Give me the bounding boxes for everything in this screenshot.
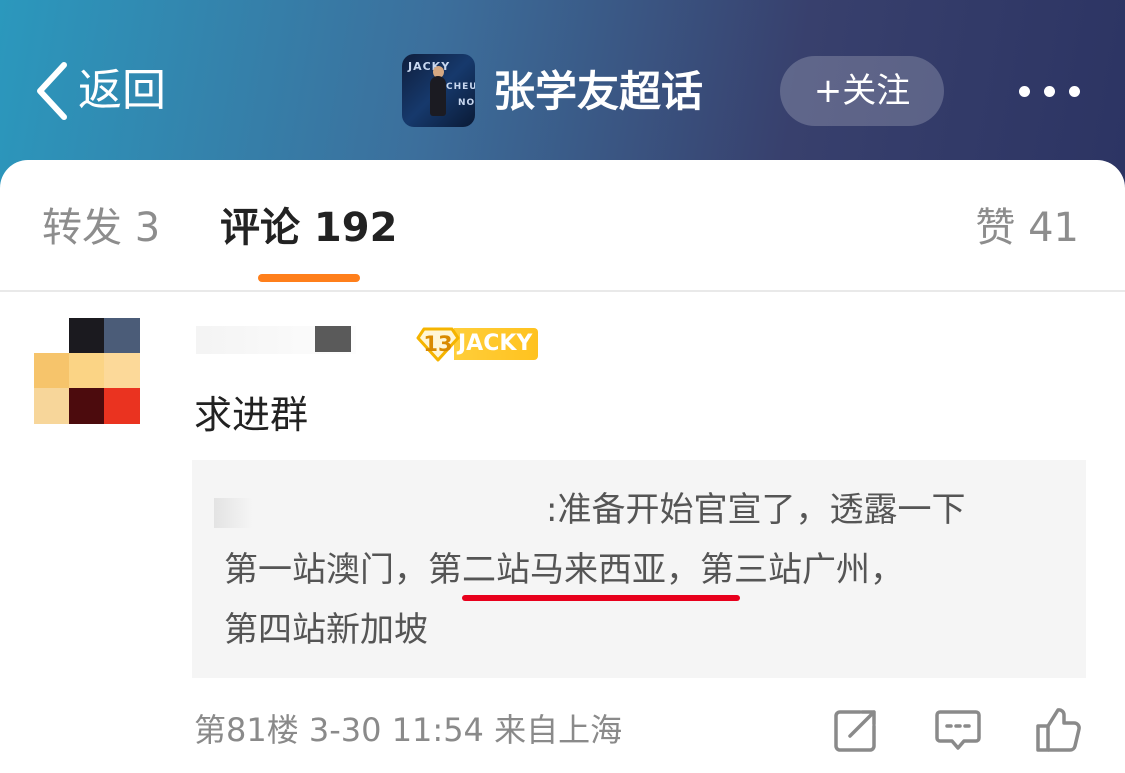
tab-like[interactable]: 赞 41 <box>975 200 1079 256</box>
quoted-text-line-2: 第一站澳门，第二站马来西亚，第三站广州， <box>224 550 904 590</box>
topic-avatar-text-2: CHEUNG <box>446 82 475 92</box>
tab-divider <box>0 290 1125 292</box>
thumbs-up-icon[interactable] <box>1032 704 1084 756</box>
back-label: 返回 <box>78 65 166 116</box>
more-dots-icon[interactable] <box>1010 72 1090 112</box>
avatar[interactable] <box>34 318 140 424</box>
comment-meta: 第81楼 3-30 11:54 来自上海 <box>194 711 623 749</box>
comment-icon[interactable] <box>932 704 984 756</box>
fan-level: 13 <box>416 326 460 362</box>
quoted-author-obscured <box>214 498 534 528</box>
active-tab-indicator <box>258 274 360 282</box>
quoted-post[interactable]: :准备开始官宣了，透露一下 第一站澳门，第二站马来西亚，第三站广州， 第四站新加… <box>192 460 1086 678</box>
red-underline-annotation <box>462 595 740 601</box>
tab-repost[interactable]: 转发 3 <box>42 200 160 256</box>
fan-level-number: 13 <box>423 332 453 356</box>
back-button[interactable]: 返回 <box>34 58 166 124</box>
follow-button[interactable]: +关注 <box>780 56 944 126</box>
share-icon[interactable] <box>830 704 882 756</box>
chevron-left-icon <box>37 62 67 120</box>
topic-title[interactable]: 张学友超话 <box>493 62 703 122</box>
comment-text: 求进群 <box>194 393 309 437</box>
quoted-text-line-3: 第四站新加坡 <box>224 610 428 650</box>
topic-avatar: JACKY CHEUNG NO <box>402 54 475 127</box>
fan-badge-name: JACKY <box>454 328 539 360</box>
topic-avatar-figure <box>430 76 446 116</box>
topic-avatar-text-3: NO <box>458 98 475 108</box>
tab-comment[interactable]: 评论 192 <box>220 200 397 256</box>
username-obscured-block <box>315 326 351 352</box>
quoted-text-line-1: :准备开始官宣了，透露一下 <box>546 490 966 530</box>
fan-level-badge[interactable]: 13 JACKY <box>416 326 553 362</box>
comment-panel: 转发 3 评论 192 赞 41 13 JACKY 求进群 :准备开始官宣了，透… <box>0 160 1125 773</box>
